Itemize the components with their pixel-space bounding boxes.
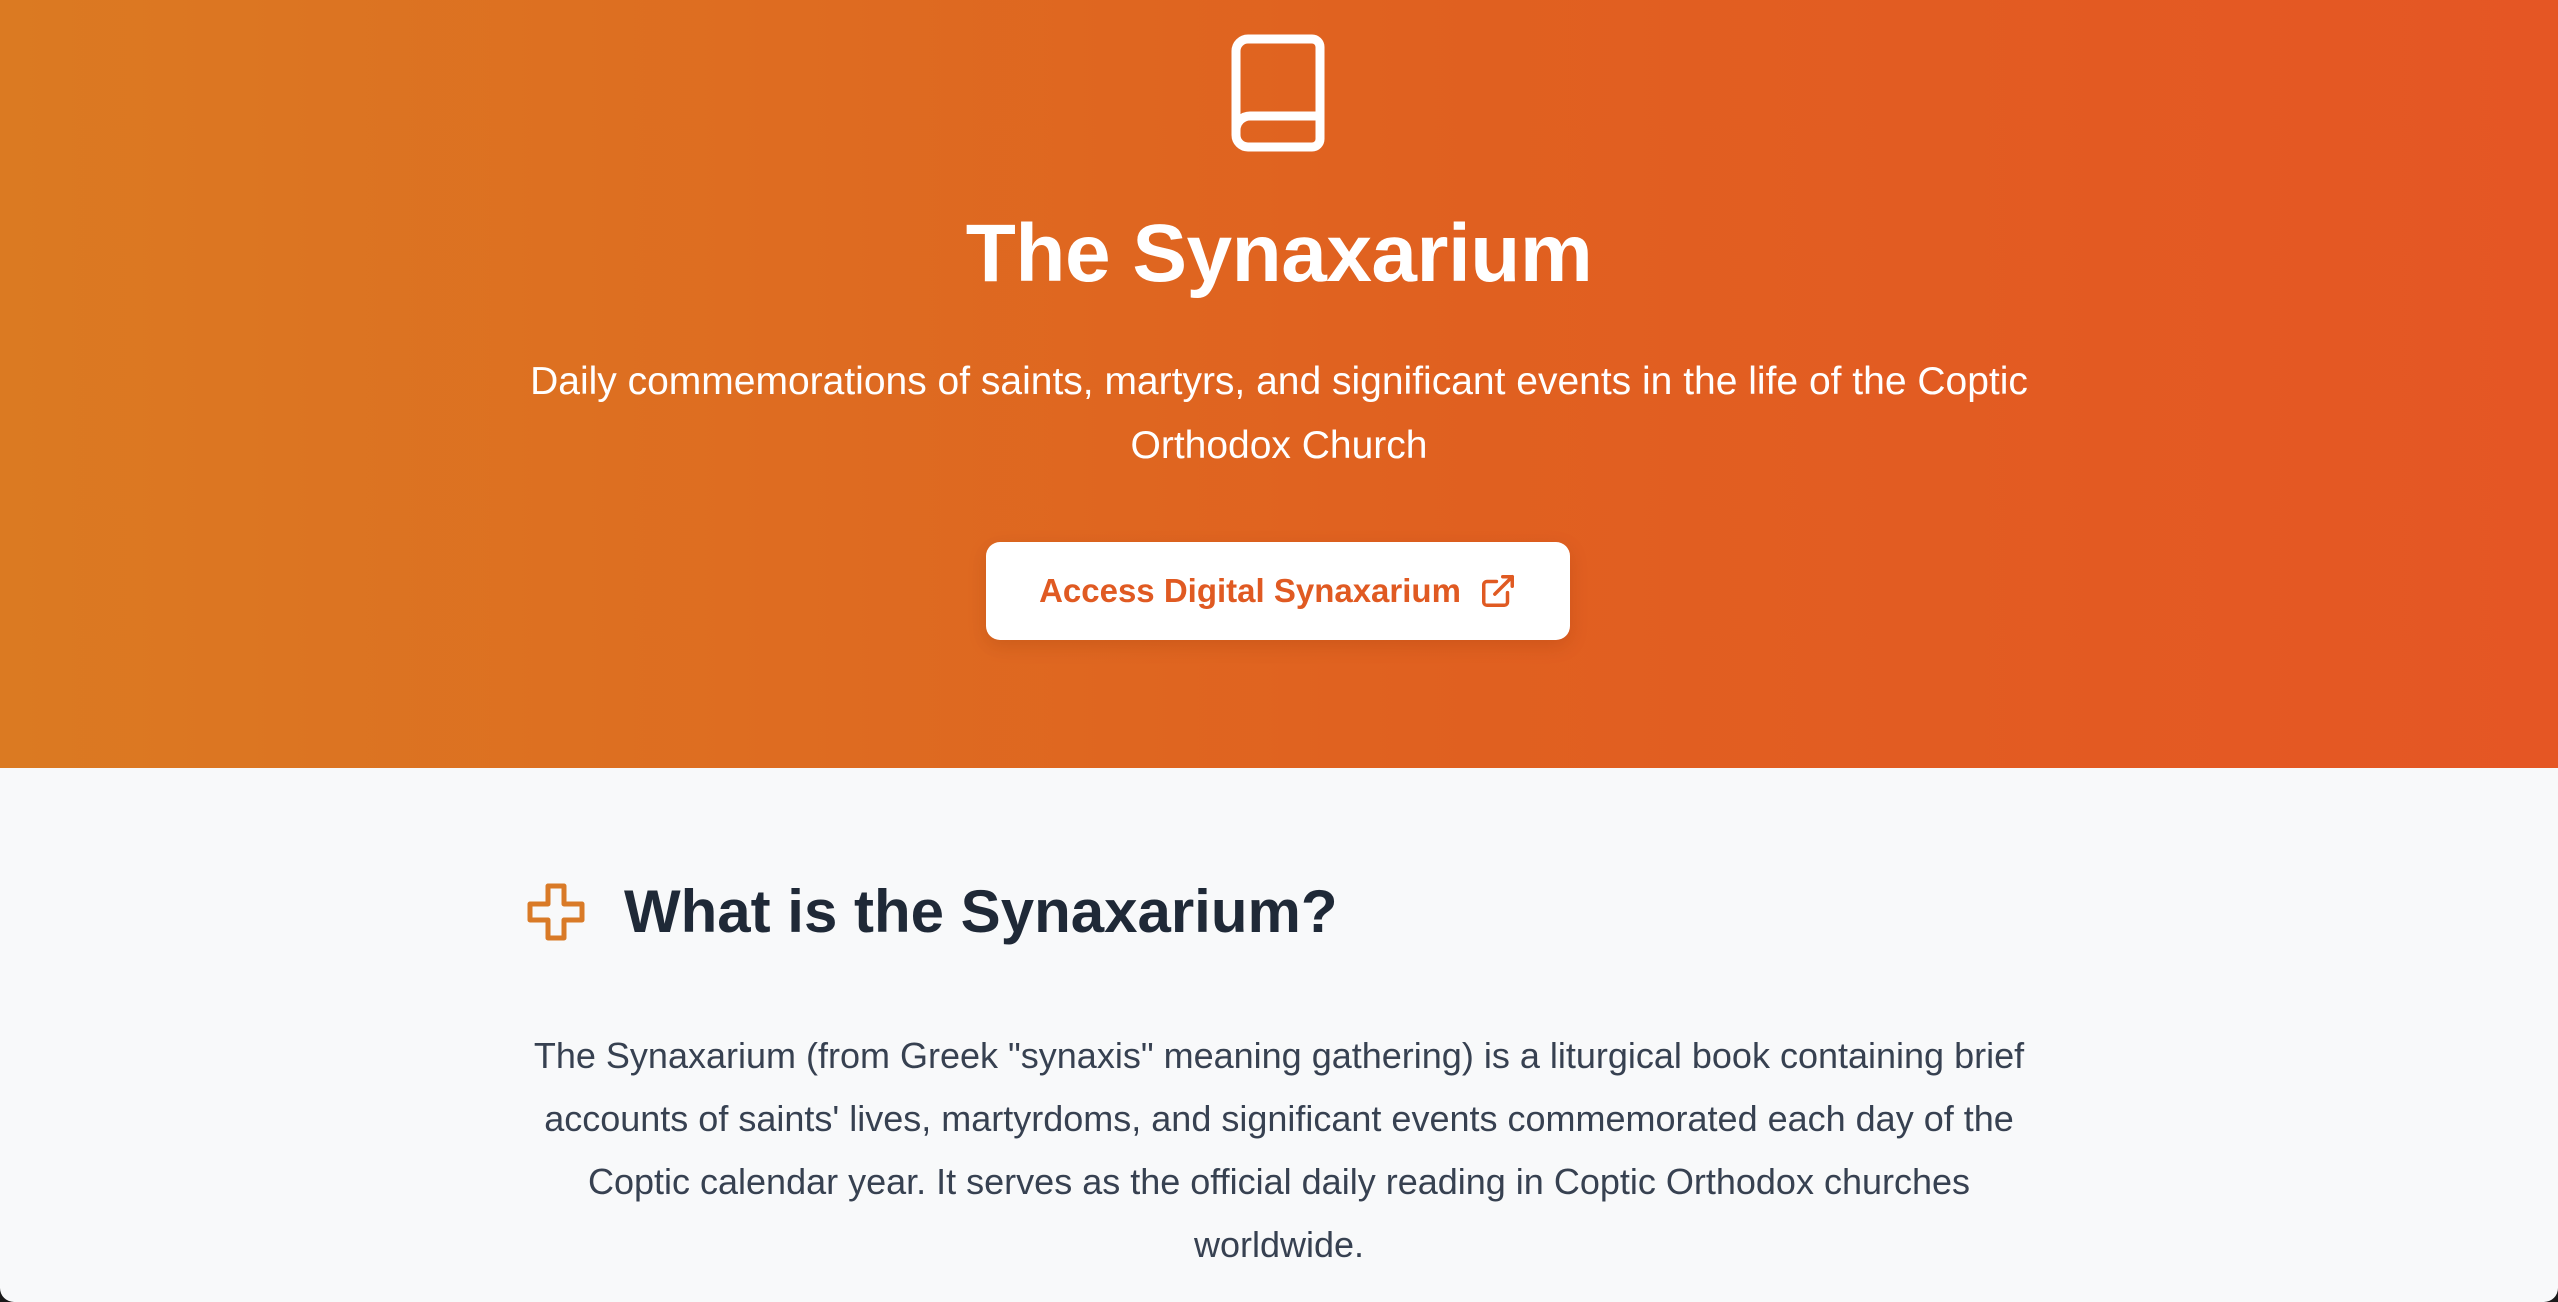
about-title: What is the Synaxarium? — [624, 878, 1338, 945]
external-link-icon — [1481, 575, 1514, 607]
hero-subtitle: Daily commemorations of saints, martyrs,… — [530, 360, 2028, 467]
about-heading: What is the Synaxarium? — [524, 872, 1338, 952]
cta-label: Access Digital Synaxarium — [1039, 572, 1461, 609]
page-title: The Synaxarium — [965, 208, 1593, 299]
cross-icon — [527, 883, 585, 941]
about-description: The Synaxarium (from Greek "synaxis" mea… — [533, 1035, 2025, 1265]
page: The Synaxarium Daily commemorations of s… — [0, 0, 2558, 1302]
hero-section: The Synaxarium Daily commemorations of s… — [0, 0, 2558, 768]
access-digital-synaxarium-button[interactable]: Access Digital Synaxarium — [986, 542, 1570, 640]
book-icon — [1231, 34, 1325, 152]
